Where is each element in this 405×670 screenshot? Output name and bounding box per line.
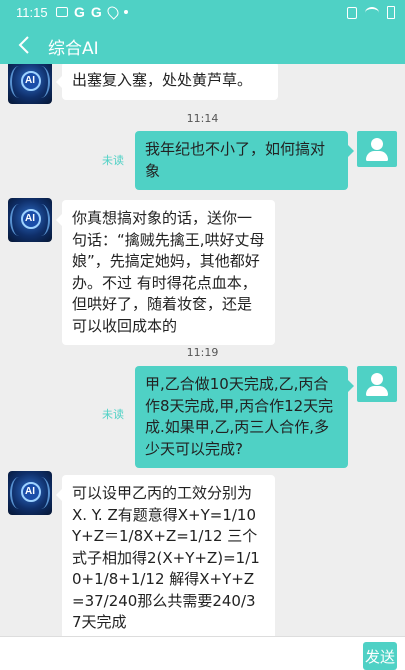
user-avatar[interactable] — [357, 366, 397, 402]
send-button[interactable]: 发送 — [363, 642, 397, 670]
system-icons — [347, 6, 395, 19]
message-text: 可以设甲乙丙的工效分别为X. Y. Z有题意得X+Y=1/10 Y+Z＝1/8X… — [72, 484, 260, 631]
page-title: 综合AI — [48, 39, 99, 59]
vibrate-icon — [347, 6, 357, 19]
message-timestamp: 11:19 — [186, 346, 219, 359]
user-message-bubble[interactable]: 我年纪也不小了，如何搞对象 — [135, 131, 354, 190]
message-input[interactable] — [8, 640, 356, 668]
unread-status: 未读 — [102, 408, 124, 421]
ai-message-bubble[interactable]: 可以设甲乙丙的工效分别为X. Y. Z有题意得X+Y=1/10 Y+Z＝1/8X… — [56, 475, 275, 636]
message-text: 出塞复入塞，处处黄芦草。 — [72, 71, 253, 89]
ai-avatar[interactable]: AI — [8, 471, 52, 515]
unread-status: 未读 — [102, 154, 124, 167]
wifi-icon — [365, 6, 379, 19]
google-icon: G — [74, 4, 85, 20]
image-icon — [56, 7, 68, 17]
ai-avatar-label: AI — [25, 486, 35, 497]
chat-list[interactable]: AI 出塞复入塞，处处黄芦草。 11:14 未读 我年纪也不小了，如何搞对象 A… — [0, 64, 405, 636]
status-time: 11:15 — [16, 5, 48, 20]
ai-avatar-label: AI — [25, 213, 35, 224]
user-message-bubble[interactable]: 甲,乙合做10天完成,乙,丙合作8天完成,甲,丙合作12天完成.如果甲,乙,丙三… — [135, 366, 354, 468]
google-icon: G — [90, 4, 102, 20]
location-icon — [105, 4, 121, 20]
message-timestamp: 11:14 — [186, 112, 219, 125]
dot-icon — [123, 10, 128, 14]
ai-message-bubble[interactable]: 出塞复入塞，处处黄芦草。 — [56, 64, 278, 100]
notification-icons: G G — [56, 4, 128, 20]
ai-avatar-label: AI — [25, 75, 35, 86]
message-text: 甲,乙合做10天完成,乙,丙合作8天完成,甲,丙合作12天完成.如果甲,乙,丙三… — [145, 375, 334, 458]
battery-icon — [387, 6, 395, 19]
app-header: 综合AI — [0, 26, 405, 64]
message-text: 你真想搞对象的话，送你一句话：“擒贼先擒王,哄好丈母娘”，先搞定她妈，其他都好办… — [72, 209, 265, 335]
composer-bar: 发送 — [0, 636, 405, 670]
back-arrow-icon[interactable] — [14, 34, 36, 56]
message-text: 我年纪也不小了，如何搞对象 — [145, 140, 326, 180]
user-avatar[interactable] — [357, 131, 397, 167]
status-bar: 11:15 G G — [0, 0, 405, 26]
ai-avatar[interactable]: AI — [8, 64, 52, 104]
ai-message-bubble[interactable]: 你真想搞对象的话，送你一句话：“擒贼先擒王,哄好丈母娘”，先搞定她妈，其他都好办… — [56, 200, 275, 345]
ai-avatar[interactable]: AI — [8, 198, 52, 242]
